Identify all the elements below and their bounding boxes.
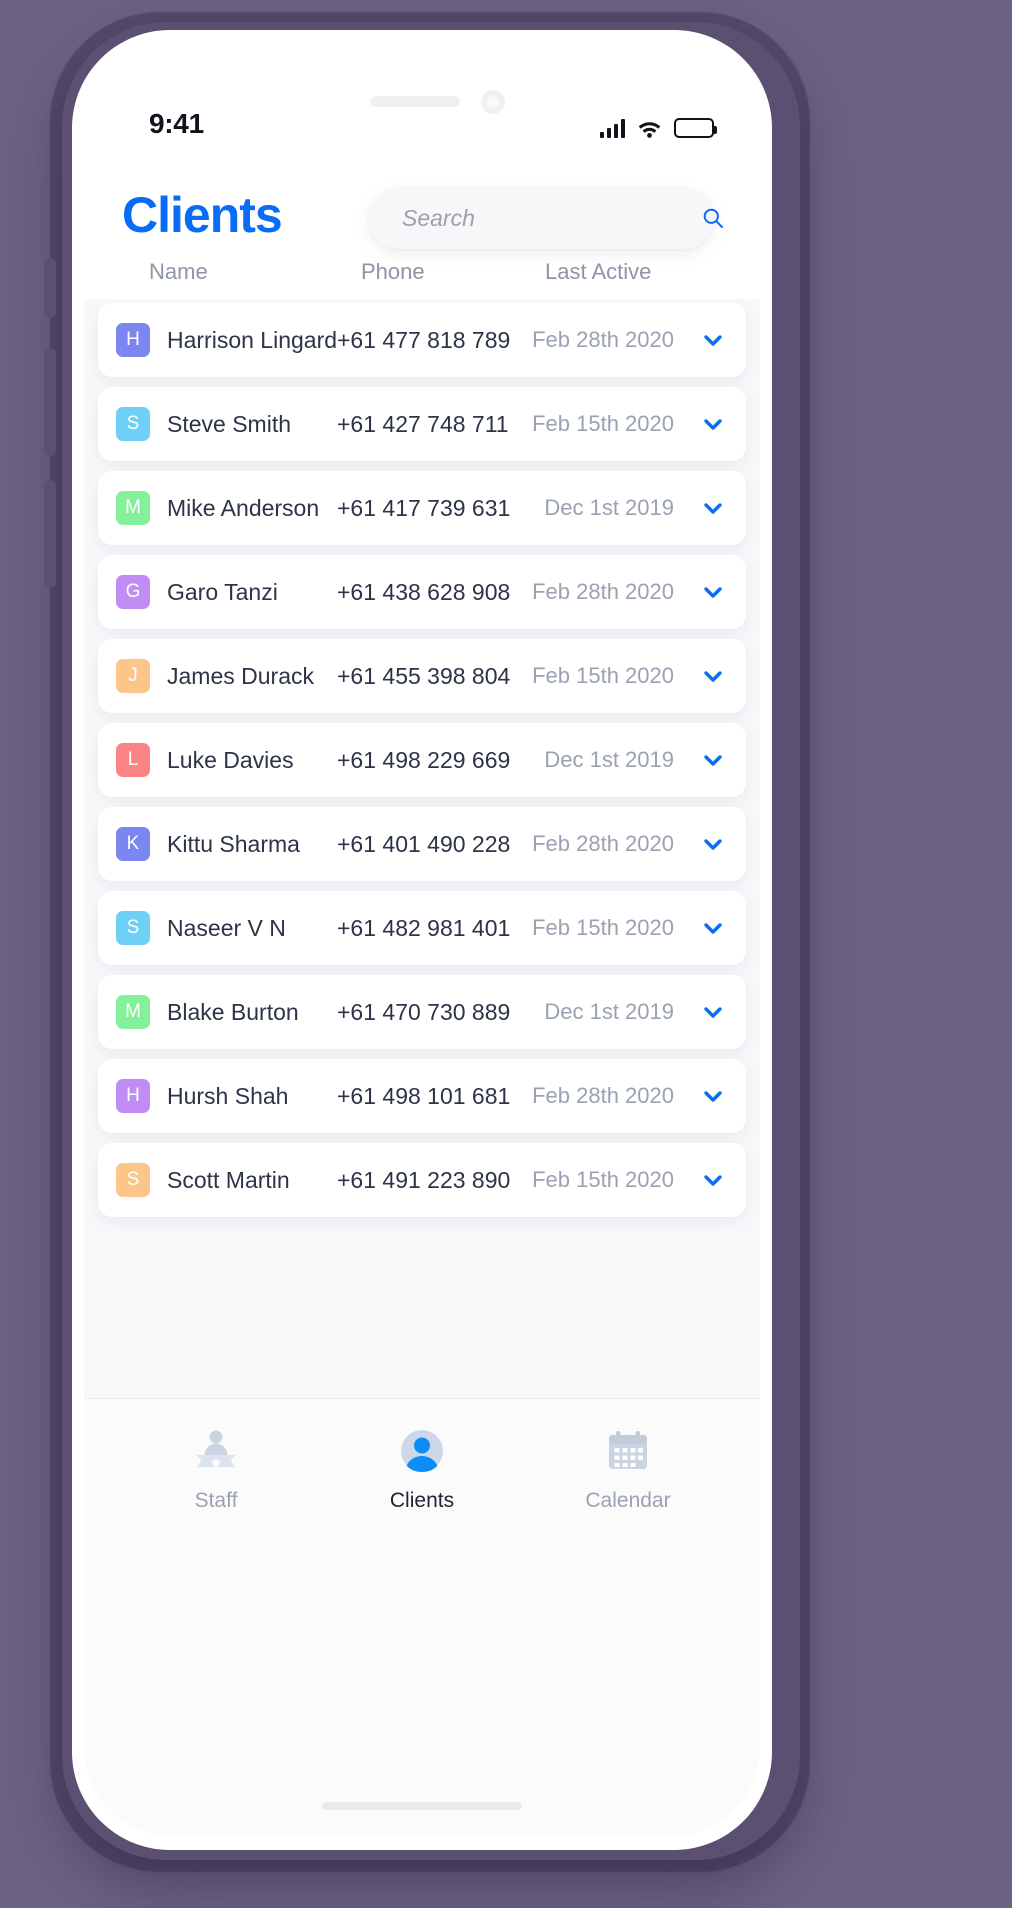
table-row[interactable]: S Naseer V N +61 482 981 401 Feb 15th 2020: [98, 891, 746, 965]
table-row[interactable]: K Kittu Sharma +61 401 490 228 Feb 28th 202…: [98, 807, 746, 881]
tab-calendar[interactable]: Calendar: [573, 1425, 683, 1513]
client-last-active: Dec 1st 2019: [544, 747, 674, 772]
column-header-last-active: Last Active: [545, 259, 652, 284]
tab-label: Staff: [194, 1489, 238, 1512]
chevron-down-icon[interactable]: [696, 743, 730, 777]
client-phone: +61 455 398 804: [337, 662, 511, 689]
signal-icon: [599, 119, 625, 138]
client-phone: +61 417 739 631: [337, 494, 511, 521]
client-name: Scott Martin: [167, 1166, 290, 1193]
home-indicator[interactable]: [322, 1802, 522, 1810]
tab-label: Calendar: [585, 1489, 671, 1512]
avatar: L: [116, 743, 150, 777]
chevron-down-icon[interactable]: [696, 323, 730, 357]
table-row[interactable]: H Harrison Lingard +61 477 818 789 Feb 28th…: [98, 303, 746, 377]
client-phone: +61 470 730 889: [337, 998, 511, 1025]
tab-label: Clients: [389, 1489, 455, 1512]
chevron-down-icon[interactable]: [696, 491, 730, 525]
avatar: S: [116, 407, 150, 441]
chevron-down-icon[interactable]: [696, 659, 730, 693]
avatar: H: [116, 323, 150, 357]
client-phone: +61 498 229 669: [337, 746, 511, 773]
table-row[interactable]: M Mike Anderson +61 417 739 631 Dec 1st 201…: [98, 471, 746, 545]
client-phone: +61 491 223 890: [337, 1166, 511, 1193]
avatar: G: [116, 575, 150, 609]
calendar-icon[interactable]: [603, 1425, 653, 1477]
avatar: M: [116, 491, 150, 525]
client-last-active: Feb 15th 2020: [532, 1167, 674, 1192]
client-last-active: Dec 1st 2019: [544, 495, 674, 520]
table-row[interactable]: H Hursh Shah +61 498 101 681 Feb 28th 2020: [98, 1059, 746, 1133]
phone-power-button[interactable]: [778, 360, 790, 550]
search-pill[interactable]: [368, 187, 723, 249]
phone-silent-switch[interactable]: [44, 258, 56, 318]
table-row[interactable]: M Blake Burton +61 470 730 889 Dec 1st 2019: [98, 975, 746, 1049]
phone-volume-up-button[interactable]: [44, 348, 56, 456]
phone-volume-down-button[interactable]: [44, 480, 56, 588]
client-last-active: Dec 1st 2019: [544, 999, 674, 1024]
page-title: Clients: [122, 187, 283, 243]
column-header-phone: Phone: [361, 259, 425, 284]
tab-staff[interactable]: Staff: [161, 1425, 271, 1513]
phone-screen: 9:41 Clients Search Name Phone Last Acti…: [84, 44, 760, 1836]
client-name: Steve Smith: [167, 410, 291, 437]
avatar: H: [116, 1079, 150, 1113]
column-header-name: Name: [149, 259, 208, 284]
table-row[interactable]: S Scott Martin +61 491 223 890 Feb 15th 202…: [98, 1143, 746, 1217]
bottom-tab-bar: Staff Clients Calendar: [84, 1398, 760, 1836]
client-last-active: Feb 15th 2020: [532, 915, 674, 940]
chevron-down-icon[interactable]: [696, 1163, 730, 1197]
client-phone: +61 477 818 789: [337, 326, 511, 353]
avatar: K: [116, 827, 150, 861]
staff-podium-icon[interactable]: [191, 1425, 241, 1477]
table-row[interactable]: L Luke Davies +61 498 229 669 Dec 1st 2019: [98, 723, 746, 797]
client-phone: +61 401 490 228: [337, 830, 511, 857]
client-name: Naseer V N: [167, 914, 286, 941]
client-name: Blake Burton: [167, 998, 299, 1025]
client-last-active: Feb 28th 2020: [532, 579, 674, 604]
client-phone: +61 482 981 401: [337, 914, 511, 941]
client-list[interactable]: H Harrison Lingard +61 477 818 789 Feb 28th…: [84, 299, 760, 1399]
client-name: Harrison Lingard: [167, 326, 337, 353]
client-name: Luke Davies: [167, 746, 294, 773]
chevron-down-icon[interactable]: [696, 911, 730, 945]
client-last-active: Feb 28th 2020: [532, 327, 674, 352]
client-last-active: Feb 15th 2020: [532, 411, 674, 436]
search-icon[interactable]: [702, 207, 724, 229]
chevron-down-icon[interactable]: [696, 407, 730, 441]
chevron-down-icon[interactable]: [696, 1079, 730, 1113]
client-name: Mike Anderson: [167, 494, 320, 521]
client-name: Garo Tanzi: [167, 578, 278, 605]
chevron-down-icon[interactable]: [696, 827, 730, 861]
avatar: M: [116, 995, 150, 1029]
client-last-active: Feb 28th 2020: [532, 831, 674, 856]
status-bar: 9:41: [84, 104, 760, 150]
tab-clients[interactable]: Clients: [367, 1425, 477, 1513]
client-last-active: Feb 28th 2020: [532, 1083, 674, 1108]
client-name: Hursh Shah: [167, 1082, 289, 1109]
search-bar[interactable]: [368, 187, 723, 249]
table-column-headers: Name Phone Last Active: [84, 259, 760, 297]
wifi-icon: [637, 119, 662, 138]
client-name: Kittu Sharma: [167, 830, 300, 857]
search-input[interactable]: [402, 204, 702, 232]
client-phone: +61 438 628 908: [337, 578, 511, 605]
status-bar-time: 9:41: [149, 108, 204, 139]
person-circle-icon[interactable]: [397, 1425, 447, 1477]
client-phone: +61 498 101 681: [337, 1082, 511, 1109]
status-bar-icons: [599, 116, 717, 138]
avatar: J: [116, 659, 150, 693]
battery-icon: [674, 118, 717, 138]
chevron-down-icon[interactable]: [696, 575, 730, 609]
table-row[interactable]: S Steve Smith +61 427 748 711 Feb 15th 2020: [98, 387, 746, 461]
table-row[interactable]: G Garo Tanzi +61 438 628 908 Feb 28th 2020: [98, 555, 746, 629]
client-name: James Durack: [167, 662, 314, 689]
table-row[interactable]: J James Durack +61 455 398 804 Feb 15th 202…: [98, 639, 746, 713]
chevron-down-icon[interactable]: [696, 995, 730, 1029]
client-phone: +61 427 748 711: [337, 410, 509, 437]
avatar: S: [116, 911, 150, 945]
avatar: S: [116, 1163, 150, 1197]
client-last-active: Feb 15th 2020: [532, 663, 674, 688]
